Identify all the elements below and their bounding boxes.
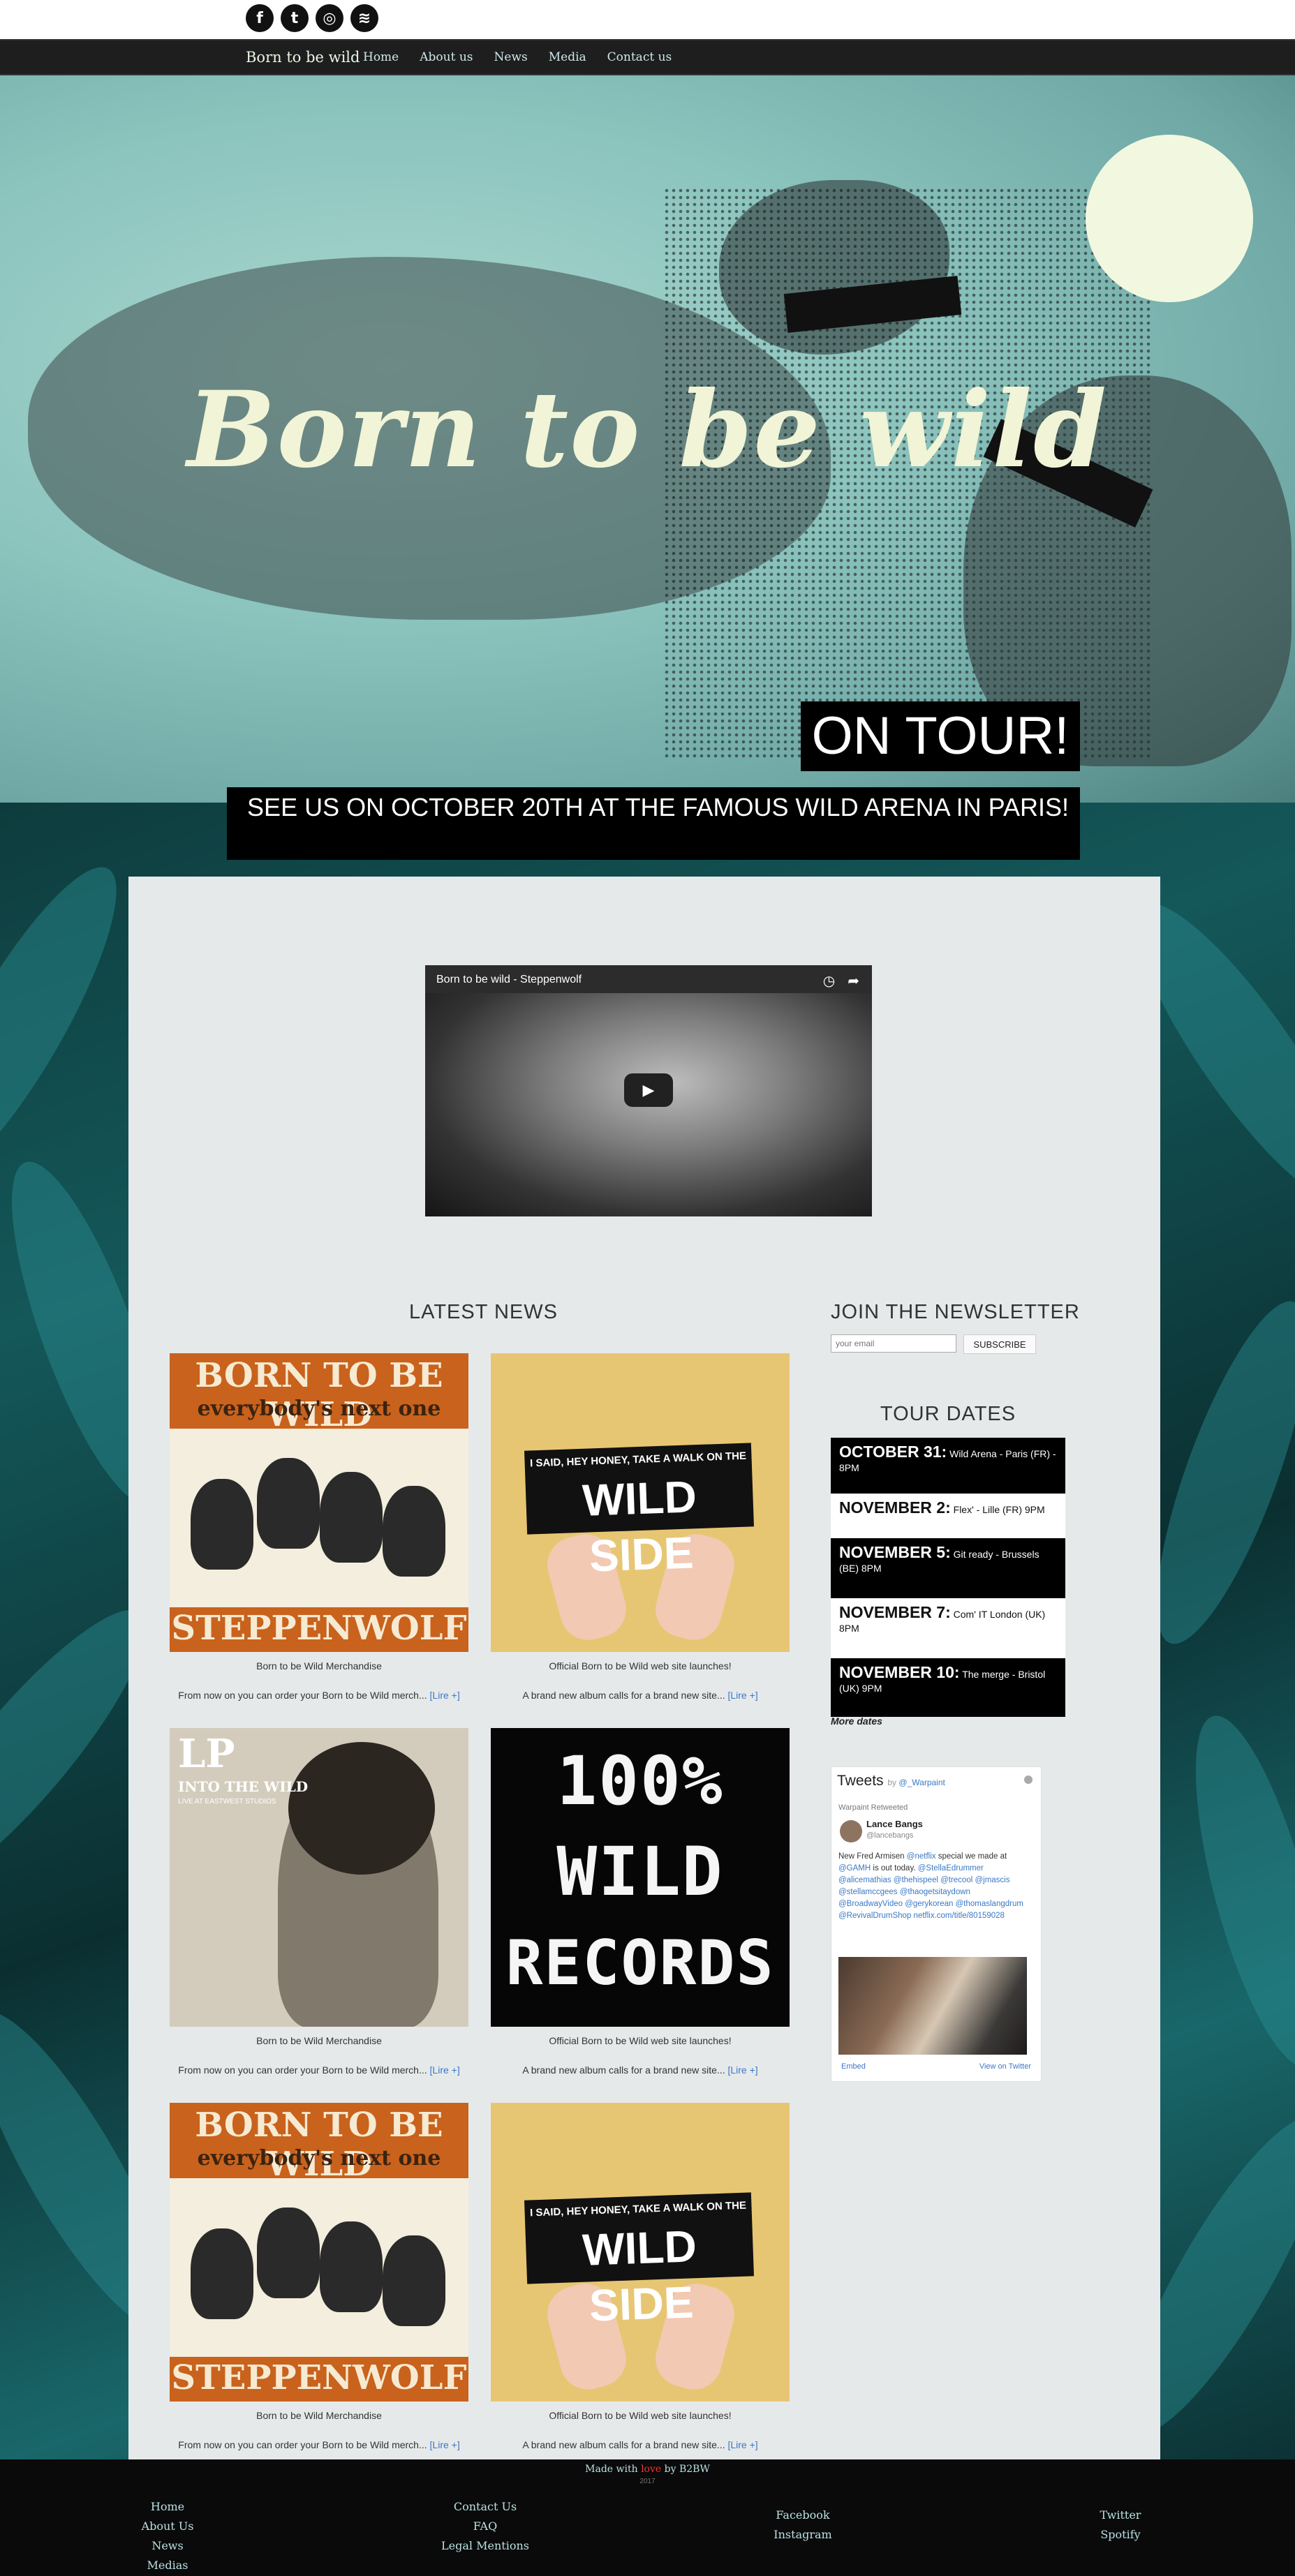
footer-year: 2017 (639, 2478, 656, 2485)
album-cover-wildside[interactable]: I SAID, HEY HONEY, TAKE A WALK ON THE WIL… (491, 1353, 790, 1652)
on-tour-label: ON TOUR! (801, 701, 1080, 771)
footer-link-about[interactable]: About Us (140, 2517, 195, 2536)
nav-brand[interactable]: Born to be wild (246, 49, 360, 66)
footer-link-instagram[interactable]: Instagram (768, 2525, 838, 2545)
email-field[interactable] (831, 1334, 956, 1353)
social-icons: f t ◎ ≋ (246, 4, 378, 32)
footer: Made with love by B2BW 2017 Home About U… (0, 2459, 1295, 2576)
news-caption: Born to be Wild Merchandise (256, 1660, 382, 1672)
twitter-icon[interactable]: t (281, 4, 309, 32)
on-tour-subtitle: SEE US ON OCTOBER 20TH AT THE FAMOUS WIL… (227, 787, 1080, 860)
news-card[interactable]: BORN TO BE WILD everybody's next one STE… (170, 2103, 468, 2450)
footer-link-legal[interactable]: Legal Mentions (440, 2536, 531, 2556)
news-card[interactable]: BORN TO BE WILD everybody's next one STE… (170, 1353, 468, 1701)
news-caption: Born to be Wild Merchandise (256, 2410, 382, 2421)
news-caption: Official Born to be Wild web site launch… (549, 2035, 732, 2046)
footer-col-site: Home About Us News Medias (140, 2497, 195, 2575)
video-player[interactable]: Born to be wild - Steppenwolf ◷ ➦ ▶ (425, 965, 872, 1216)
news-description: A brand new album calls for a brand new … (522, 2439, 758, 2450)
play-icon[interactable]: ▶ (624, 1073, 673, 1107)
album-cover-steppenwolf[interactable]: BORN TO BE WILD everybody's next one STE… (170, 2103, 468, 2402)
album-cover-steppenwolf[interactable]: BORN TO BE WILD everybody's next one STE… (170, 1353, 468, 1652)
watch-later-icon[interactable]: ◷ (823, 972, 835, 990)
news-caption: Born to be Wild Merchandise (256, 2035, 382, 2046)
made-with-love: Made with love by B2BW (585, 2464, 710, 2475)
news-description: From now on you can order your Born to b… (178, 2439, 460, 2450)
footer-link-medias[interactable]: Medias (140, 2556, 195, 2575)
instagram-icon[interactable]: ◎ (316, 4, 343, 32)
twitter-timeline[interactable]: Tweets by @_Warpaint Warpaint Retweeted … (831, 1766, 1042, 2082)
retweet-label: Warpaint Retweeted (838, 1803, 908, 1812)
nav-link-home[interactable]: Home (363, 50, 399, 64)
tweet-author-handle[interactable]: @lancebangs (866, 1831, 913, 1840)
tweet-author[interactable]: Lance Bangs (866, 1819, 923, 1829)
tour-dates-list: OCTOBER 31: Wild Arena - Paris (FR) - 8P… (831, 1438, 1065, 1717)
news-caption: Official Born to be Wild web site launch… (549, 1660, 732, 1672)
footer-link-news[interactable]: News (140, 2536, 195, 2556)
spotify-icon[interactable]: ≋ (350, 4, 378, 32)
news-card[interactable]: LP INTO THE WILD LIVE AT EASTWEST STUDIO… (170, 1728, 468, 2076)
social-bar: f t ◎ ≋ (0, 0, 1295, 39)
nav-link-media[interactable]: Media (549, 50, 586, 64)
main-nav: Born to be wild Home About us News Media… (0, 39, 1295, 75)
read-more-link[interactable]: [Lire +] (430, 2064, 460, 2076)
tweet-body: New Fred Armisen @netflix special we mad… (838, 1852, 1023, 1920)
avatar[interactable] (840, 1820, 862, 1842)
footer-link-contact[interactable]: Contact Us (440, 2497, 531, 2517)
newsletter-heading: JOIN THE NEWSLETTER (831, 1301, 1080, 1323)
news-card[interactable]: 100% WILD RECORDS Official Born to be Wi… (491, 1728, 790, 2076)
read-more-link[interactable]: [Lire +] (727, 1690, 757, 1701)
footer-link-facebook[interactable]: Facebook (768, 2506, 838, 2525)
nav-link-about[interactable]: About us (420, 50, 473, 64)
album-cover-records[interactable]: 100% WILD RECORDS (491, 1728, 790, 2027)
footer-link-home[interactable]: Home (140, 2497, 195, 2517)
info-icon[interactable] (1024, 1775, 1033, 1784)
footer-link-faq[interactable]: FAQ (440, 2517, 531, 2536)
read-more-link[interactable]: [Lire +] (727, 2439, 757, 2450)
news-description: A brand new album calls for a brand new … (522, 1690, 758, 1701)
album-cover-wildside[interactable]: I SAID, HEY HONEY, TAKE A WALK ON THE WIL… (491, 2103, 790, 2402)
more-dates-link[interactable]: More dates (831, 1715, 882, 1727)
news-description: A brand new album calls for a brand new … (522, 2064, 758, 2076)
tour-date-row: NOVEMBER 5: Git ready - Brussels (BE) 8P… (831, 1538, 1065, 1598)
moon-shape (1086, 135, 1253, 302)
news-description: From now on you can order your Born to b… (178, 1690, 460, 1701)
tour-date-row: NOVEMBER 10: The merge - Bristol (UK) 9P… (831, 1658, 1065, 1717)
view-on-twitter-link[interactable]: View on Twitter (979, 2062, 1031, 2071)
tour-date-row: OCTOBER 31: Wild Arena - Paris (FR) - 8P… (831, 1438, 1065, 1494)
news-card[interactable]: I SAID, HEY HONEY, TAKE A WALK ON THE WIL… (491, 1353, 790, 1701)
read-more-link[interactable]: [Lire +] (430, 2439, 460, 2450)
hero-banner: Born to be wild (0, 75, 1295, 803)
footer-link-twitter[interactable]: Twitter (1089, 2506, 1152, 2525)
read-more-link[interactable]: [Lire +] (727, 2064, 757, 2076)
share-icon[interactable]: ➦ (848, 972, 859, 990)
latest-news-heading: LATEST NEWS (409, 1301, 558, 1323)
footer-col-info: Contact Us FAQ Legal Mentions (440, 2497, 531, 2556)
read-more-link[interactable]: [Lire +] (430, 1690, 460, 1701)
embed-link[interactable]: Embed (841, 2062, 866, 2071)
nav-link-contact[interactable]: Contact us (607, 50, 672, 64)
album-cover-lp[interactable]: LP INTO THE WILD LIVE AT EASTWEST STUDIO… (170, 1728, 468, 2027)
news-caption: Official Born to be Wild web site launch… (549, 2410, 732, 2421)
news-card[interactable]: I SAID, HEY HONEY, TAKE A WALK ON THE WIL… (491, 2103, 790, 2450)
video-title[interactable]: Born to be wild - Steppenwolf (436, 974, 582, 986)
main-panel: Born to be wild - Steppenwolf ◷ ➦ ▶ LATE… (128, 877, 1160, 2459)
news-description: From now on you can order your Born to b… (178, 2064, 460, 2076)
tour-dates-heading: TOUR DATES (880, 1403, 1016, 1425)
footer-link-spotify[interactable]: Spotify (1089, 2525, 1152, 2545)
footer-col-social: Facebook Instagram (768, 2506, 838, 2545)
tweet-photo[interactable] (838, 1957, 1027, 2055)
twitter-header: Tweets by @_Warpaint (837, 1773, 945, 1789)
facebook-icon[interactable]: f (246, 4, 274, 32)
hero-title: Born to be wild (186, 368, 1109, 491)
tour-date-row: NOVEMBER 2: Flex' - Lille (FR) 9PM (831, 1494, 1065, 1538)
tour-date-row: NOVEMBER 7: Com' IT London (UK) 8PM (831, 1598, 1065, 1658)
nav-link-news[interactable]: News (494, 50, 528, 64)
subscribe-button[interactable]: SUBSCRIBE (963, 1334, 1036, 1354)
footer-col-music: Twitter Spotify (1089, 2506, 1152, 2545)
